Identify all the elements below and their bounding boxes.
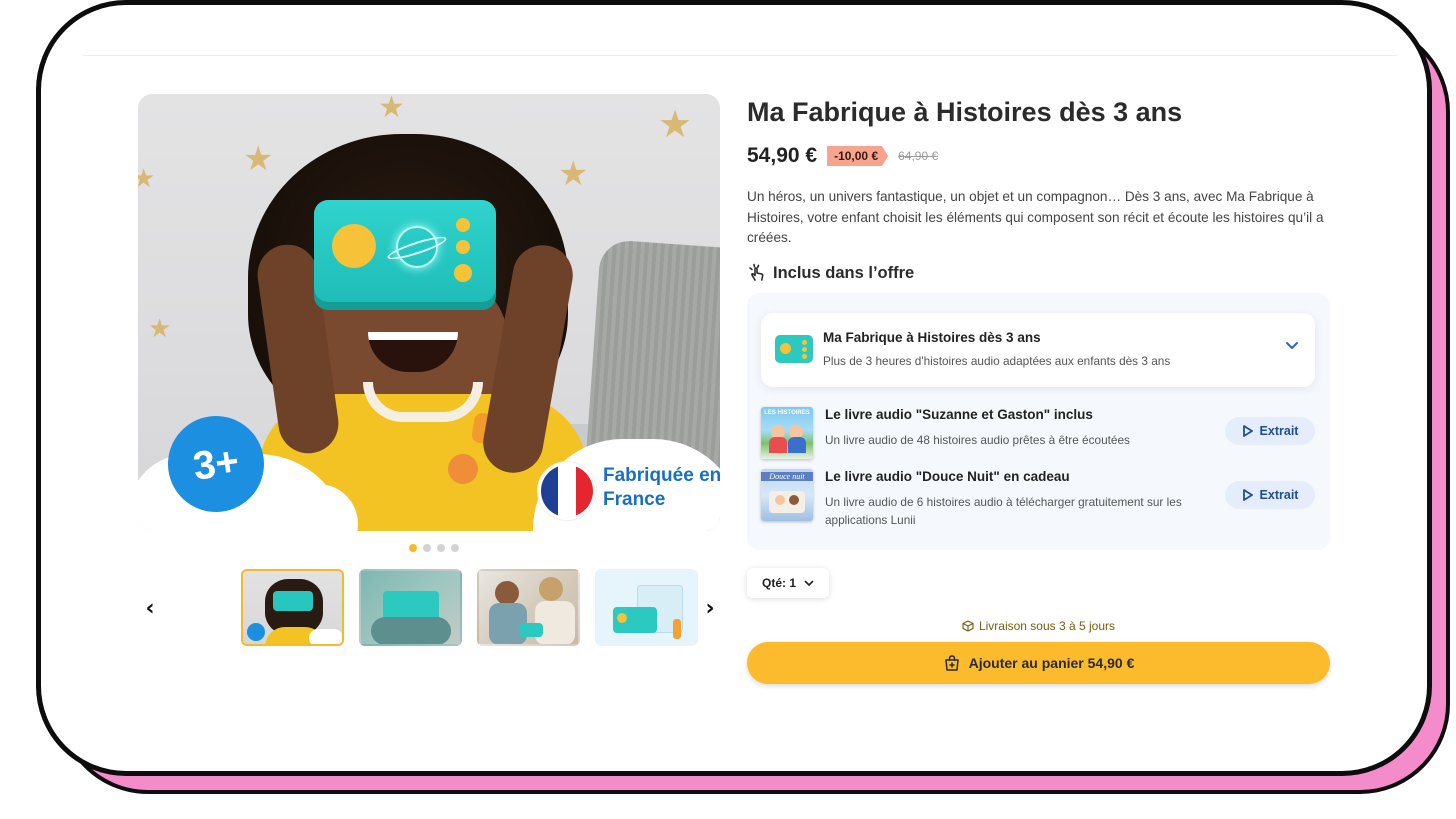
- old-price: 64,90 €: [898, 149, 939, 163]
- thumbnail-4[interactable]: [595, 569, 698, 646]
- thumbnail-3[interactable]: [477, 569, 580, 646]
- thumbnail-strip: [241, 569, 698, 646]
- included-book-row: LES HISTOIRES Le livre audio "Suzanne et…: [761, 407, 1315, 463]
- book-title: Le livre audio "Douce Nuit" en cadeau: [825, 469, 1070, 484]
- add-to-cart-button[interactable]: Ajouter au panier 54,90 €: [747, 642, 1330, 684]
- extract-button[interactable]: Extrait: [1225, 481, 1315, 509]
- carousel-dot[interactable]: [437, 544, 445, 552]
- add-to-cart-label: Ajouter au panier 54,90 €: [968, 655, 1135, 671]
- book-subtitle: Un livre audio de 48 histoires audio prê…: [825, 433, 1130, 447]
- star-decoration-icon: ★: [658, 102, 693, 146]
- french-flag-icon: [538, 462, 596, 520]
- toy-button: [454, 264, 472, 282]
- included-heading: Inclus dans l’offre: [747, 263, 914, 283]
- product-main-image[interactable]: ★ ★ ★ ★ ★ ★ 3+ Fabriquée en Franc: [138, 94, 720, 531]
- discount-badge: -10,00 €: [827, 146, 889, 166]
- quantity-select[interactable]: Qté: 1: [747, 568, 829, 598]
- divider: [83, 55, 1397, 56]
- extract-label: Extrait: [1259, 424, 1299, 438]
- included-offer-box: Ma Fabrique à Histoires dès 3 ans Plus d…: [747, 293, 1330, 550]
- delivery-info: Livraison sous 3 à 5 jours: [747, 619, 1330, 633]
- extract-button[interactable]: Extrait: [1225, 417, 1315, 445]
- toy-button: [456, 240, 470, 254]
- story-box-icon: [775, 335, 813, 363]
- chevron-down-icon[interactable]: [1285, 339, 1299, 355]
- book-cover-text: LES HISTOIRES: [764, 410, 810, 416]
- carousel-dot[interactable]: [423, 544, 431, 552]
- included-main-subtitle: Plus de 3 heures d'histoires audio adapt…: [823, 354, 1171, 368]
- thumbnail-2[interactable]: [359, 569, 462, 646]
- carousel-dots: [409, 544, 459, 552]
- shirt-patch: [448, 454, 478, 484]
- product-description: Un héros, un univers fantastique, un obj…: [747, 189, 1324, 245]
- included-heading-text: Inclus dans l’offre: [773, 263, 915, 282]
- chevron-left-icon[interactable]: ‹: [140, 596, 160, 621]
- thumbnail-1[interactable]: [241, 569, 344, 646]
- carousel-dot[interactable]: [451, 544, 459, 552]
- chevron-down-icon: [804, 580, 814, 587]
- book-cover-suzanne-gaston: LES HISTOIRES: [761, 407, 813, 459]
- play-icon: [1242, 488, 1254, 502]
- book-subtitle: Un livre audio de 6 histoires audio à té…: [825, 495, 1182, 527]
- book-cover-douce-nuit: Douce nuit: [761, 469, 813, 521]
- star-decoration-icon: ★: [138, 164, 155, 194]
- book-title: Le livre audio "Suzanne et Gaston" inclu…: [825, 407, 1093, 422]
- toy-knob: [332, 224, 376, 268]
- shopping-bag-icon: [943, 654, 961, 672]
- package-icon: [962, 620, 974, 632]
- chevron-right-icon[interactable]: ›: [700, 596, 720, 621]
- extract-label: Extrait: [1259, 488, 1299, 502]
- included-main-title: Ma Fabrique à Histoires dès 3 ans: [823, 330, 1041, 345]
- star-decoration-icon: ★: [378, 94, 405, 125]
- price-row: 54,90 € -10,00 € 64,90 €: [747, 144, 938, 168]
- made-in-france-label: Fabriquée en France: [603, 465, 720, 510]
- product-card: ★ ★ ★ ★ ★ ★ 3+ Fabriquée en Franc: [36, 0, 1432, 776]
- included-book-row: Douce nuit Le livre audio "Douce Nuit" e…: [761, 469, 1315, 529]
- toy-button: [456, 218, 470, 232]
- quantity-value: Qté: 1: [761, 576, 796, 590]
- hand-pointer-icon: [747, 263, 767, 283]
- current-price: 54,90 €: [747, 144, 818, 167]
- product-title: Ma Fabrique à Histoires dès 3 ans: [747, 97, 1183, 127]
- delivery-text: Livraison sous 3 à 5 jours: [978, 619, 1116, 633]
- carousel-dot[interactable]: [409, 544, 417, 552]
- star-decoration-icon: ★: [558, 154, 589, 194]
- story-box-toy: [314, 200, 496, 302]
- star-decoration-icon: ★: [148, 314, 172, 344]
- included-main-item[interactable]: Ma Fabrique à Histoires dès 3 ans Plus d…: [761, 313, 1315, 387]
- play-icon: [1242, 424, 1254, 438]
- star-decoration-icon: ★: [243, 139, 274, 179]
- book-cover-text: Douce nuit: [761, 472, 813, 481]
